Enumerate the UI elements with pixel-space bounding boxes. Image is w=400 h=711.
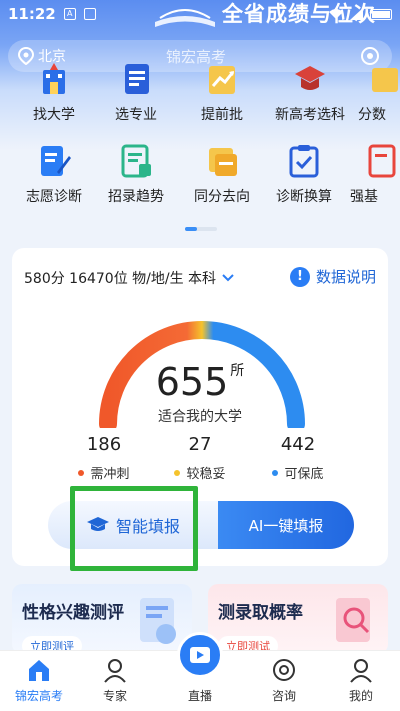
- menu-score[interactable]: 分数: [358, 60, 400, 124]
- menu-label: 分数: [358, 107, 386, 123]
- score-icon: [372, 68, 398, 92]
- clipboard-check-icon: [289, 145, 319, 178]
- stat-value: 27: [188, 434, 212, 455]
- notification-icon: A: [63, 8, 76, 20]
- promo-title: 性格兴趣测评: [22, 603, 124, 623]
- menu-choose-major[interactable]: 选专业: [96, 60, 176, 124]
- highlight-box: [70, 486, 198, 571]
- tab-home[interactable]: 锦宏高考: [4, 657, 74, 704]
- stat-sprint[interactable]: 186 需冲刺: [54, 434, 154, 482]
- tab-expert[interactable]: 专家: [80, 657, 150, 704]
- status-time: 11:22: [8, 5, 56, 23]
- stat-label: 较稳妥: [186, 467, 226, 482]
- test-doc-icon: [140, 598, 176, 644]
- safe-dot-icon: [272, 469, 279, 476]
- tab-label: 直播: [187, 689, 212, 703]
- menu-label: 找大学: [33, 107, 75, 123]
- stat-label: 可保底: [284, 467, 324, 482]
- tab-label: 咨询: [271, 689, 296, 703]
- menu-early-batch[interactable]: 提前批: [182, 60, 262, 124]
- tab-label: 专家: [102, 689, 127, 703]
- score-info-selector[interactable]: 580分 16470位 物/地/生 本科: [24, 268, 234, 288]
- stable-dot-icon: [174, 469, 181, 476]
- feature-menu: 找大学 选专业 提前批 新高考选科 分数 志愿诊断 招录趋势 同分去向 诊断换算…: [0, 56, 400, 236]
- ai-fill-label: AI一键填报: [248, 516, 324, 535]
- same-score-icon: [209, 148, 237, 176]
- chevron-down-icon: [222, 274, 234, 282]
- menu-diagnosis-conversion[interactable]: 诊断换算: [264, 142, 344, 206]
- menu-label: 同分去向: [194, 189, 250, 205]
- consult-icon: [273, 659, 295, 681]
- menu-application-diagnosis[interactable]: 志愿诊断: [14, 142, 94, 206]
- profile-icon: [350, 659, 372, 683]
- notification-icon-2: [83, 8, 96, 20]
- total-count: 655: [155, 360, 229, 404]
- menu-find-university[interactable]: 找大学: [14, 60, 94, 124]
- strong-base-icon: [368, 144, 396, 178]
- stat-label: 需冲刺: [90, 467, 130, 482]
- stat-safe[interactable]: 442 可保底: [248, 434, 348, 482]
- menu-strong-base[interactable]: 强基: [350, 142, 400, 206]
- menu-label: 诊断换算: [276, 189, 332, 205]
- menu-label: 志愿诊断: [26, 189, 82, 205]
- tab-consult[interactable]: 咨询: [249, 657, 319, 704]
- menu-label: 提前批: [201, 107, 243, 123]
- grad-cap-icon: [295, 66, 325, 90]
- data-explanation-label: 数据说明: [315, 268, 376, 286]
- stat-stable[interactable]: 27 较稳妥: [150, 434, 250, 482]
- score-card: 580分 16470位 物/地/生 本科 ! 数据说明 655 所 适合我的大学 …: [12, 248, 388, 566]
- edit-doc-icon: [41, 146, 71, 176]
- menu-label: 选专业: [115, 107, 157, 123]
- tab-profile[interactable]: 我的: [326, 657, 396, 704]
- menu-new-gaokao-subjects[interactable]: 新高考选科: [264, 60, 356, 124]
- page-indicator: [185, 227, 217, 231]
- tab-label: 我的: [348, 689, 373, 703]
- score-info-text: 580分 16470位 物/地/生 本科: [24, 271, 217, 287]
- home-icon: [29, 660, 49, 681]
- live-button[interactable]: [177, 632, 223, 678]
- menu-label: 强基: [350, 189, 378, 205]
- expert-icon: [104, 659, 126, 683]
- university-icon: [43, 63, 65, 94]
- tab-label: 锦宏高考: [14, 689, 63, 703]
- banner-title: 全省成绩与位次: [222, 2, 376, 26]
- stat-value: 186: [86, 434, 122, 455]
- early-batch-icon: [209, 66, 235, 94]
- menu-label: 招录趋势: [108, 189, 164, 205]
- menu-label: 新高考选科: [275, 107, 345, 123]
- live-icon: [190, 647, 210, 663]
- trend-doc-icon: [121, 144, 151, 178]
- admission-probability-card[interactable]: 测录取概率 立即测试: [208, 584, 388, 654]
- sprint-dot-icon: [78, 469, 85, 476]
- ai-one-click-fill-button[interactable]: AI一键填报: [218, 501, 354, 549]
- menu-same-score-destination[interactable]: 同分去向: [182, 142, 262, 206]
- suitable-university-count: 655 所: [12, 360, 388, 404]
- stat-value: 442: [280, 434, 316, 455]
- personality-test-card[interactable]: 性格兴趣测评 立即测评: [12, 584, 192, 654]
- count-unit: 所: [230, 363, 245, 379]
- book-list-icon: [125, 64, 149, 94]
- promo-title: 测录取概率: [218, 603, 303, 623]
- data-explanation-link[interactable]: ! 数据说明: [289, 266, 376, 287]
- menu-admission-trend[interactable]: 招录趋势: [96, 142, 176, 206]
- book-illustration-icon: [155, 9, 215, 27]
- info-icon: !: [289, 266, 310, 287]
- gauge-subtitle: 适合我的大学: [158, 409, 242, 425]
- probability-doc-icon: [336, 598, 370, 642]
